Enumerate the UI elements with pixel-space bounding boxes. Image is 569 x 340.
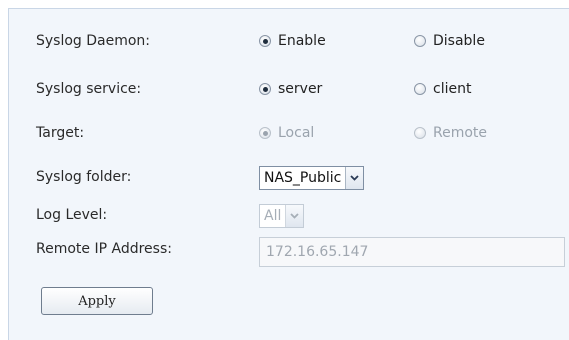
syslog-daemon-label: Syslog Daemon: [36, 33, 151, 49]
syslog-service-row: Syslog service: server client [9, 76, 569, 104]
chevron-down-icon[interactable] [345, 167, 364, 189]
remote-ip-field: 172.16.65.147 [259, 237, 565, 267]
syslog-service-server-label: server [278, 81, 323, 97]
syslog-settings-panel: Syslog Daemon: Enable Disable Syslog ser… [8, 8, 569, 340]
syslog-folder-select[interactable]: NAS_Public [259, 166, 365, 190]
target-local-label: Local [278, 125, 315, 141]
radio-unchecked-icon[interactable] [414, 35, 426, 47]
log-level-row: Log Level: All [9, 202, 569, 230]
target-remote-radio: Remote [414, 125, 487, 141]
syslog-daemon-row: Syslog Daemon: Enable Disable [9, 28, 569, 56]
log-level-label: Log Level: [36, 207, 108, 223]
syslog-folder-value: NAS_Public [264, 170, 342, 186]
radio-checked-icon[interactable] [259, 83, 271, 95]
syslog-folder-label: Syslog folder: [36, 169, 132, 185]
syslog-service-client-radio[interactable]: client [414, 81, 471, 97]
radio-checked-icon[interactable] [259, 35, 271, 47]
target-label: Target: [36, 125, 85, 141]
remote-ip-row: Remote IP Address: 172.16.65.147 [9, 236, 569, 267]
syslog-service-server-radio[interactable]: server [259, 81, 322, 97]
syslog-service-client-label: client [433, 81, 472, 97]
radio-unchecked-icon [414, 127, 426, 139]
target-row: Target: Local Remote [9, 120, 569, 148]
target-remote-label: Remote [433, 125, 488, 141]
apply-button[interactable]: Apply [41, 287, 153, 315]
radio-unchecked-icon[interactable] [414, 83, 426, 95]
chevron-down-icon [285, 205, 304, 227]
syslog-daemon-enable-radio[interactable]: Enable [259, 33, 326, 49]
remote-ip-label: Remote IP Address: [36, 241, 172, 257]
syslog-daemon-disable-label: Disable [433, 33, 485, 49]
syslog-service-label: Syslog service: [36, 81, 142, 97]
syslog-daemon-enable-label: Enable [278, 33, 326, 49]
target-local-radio: Local [259, 125, 314, 141]
syslog-folder-row: Syslog folder: NAS_Public [9, 164, 569, 192]
syslog-daemon-disable-radio[interactable]: Disable [414, 33, 485, 49]
log-level-select: All [259, 204, 305, 228]
radio-checked-icon [259, 127, 271, 139]
log-level-value: All [264, 208, 282, 224]
